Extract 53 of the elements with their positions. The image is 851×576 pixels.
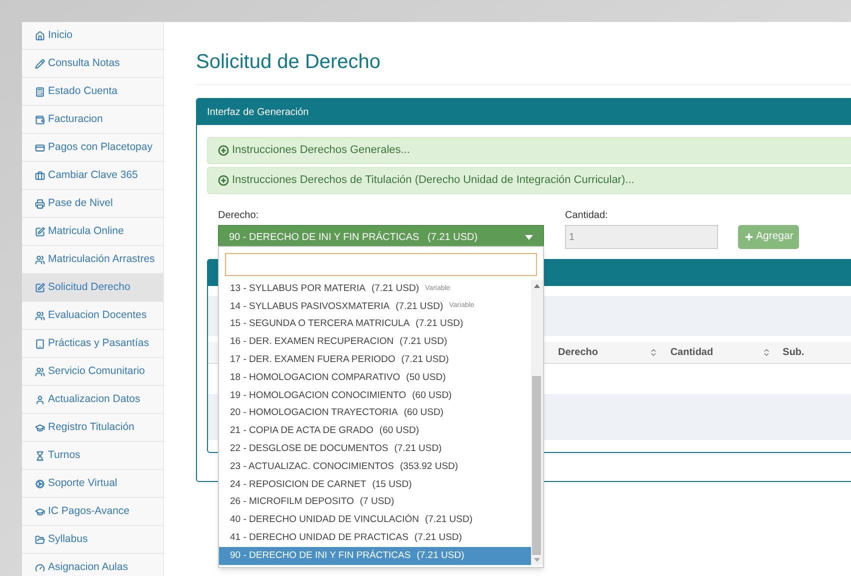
column-header[interactable]: Cantidad [670, 345, 714, 360]
credit-card-icon [35, 142, 45, 152]
graduation-cap-icon [35, 422, 45, 432]
field-label: Cantidad: [565, 209, 609, 223]
pencil-icon [35, 58, 45, 68]
dropdown-option[interactable]: 18 - HOMOLOGACION COMPARATIVO (50 USD) [219, 368, 531, 387]
search-field[interactable] [225, 253, 537, 276]
plus-circle-icon [218, 145, 229, 156]
panel-title: Interfaz de Generación [207, 106, 309, 120]
calculator-icon [35, 86, 45, 96]
dropdown-option[interactable]: 26 - MICROFILM DEPOSITO (7 USD) [219, 494, 531, 512]
hourglass-icon [35, 450, 45, 460]
sort-icon [649, 348, 658, 357]
accordion-header[interactable]: Instrucciones Derechos Generales... [207, 137, 851, 164]
edit-icon [35, 282, 45, 292]
sidebar-item[interactable]: Solicitud Derecho [22, 274, 163, 302]
caret-icon [525, 234, 533, 240]
add-button[interactable]: Agregar [738, 225, 800, 249]
scroll-up-icon [534, 284, 540, 288]
page-title: Solicitud de Derecho [196, 52, 851, 85]
dropdown-option[interactable]: 16 - DER. EXAMEN RECUPERACION (7.21 USD) [219, 333, 531, 352]
tablet-icon [35, 338, 45, 348]
user-icon [35, 394, 45, 404]
users-icon [35, 254, 45, 264]
dropdown-option[interactable]: 23 - ACTUALIZAC. CONOCIMIENTOS (353.92 USD) [219, 458, 531, 476]
dropdown-option[interactable]: 22 - DESGLOSE DE DOCUMENTOS (7.21 USD) [219, 440, 531, 458]
accordion-header[interactable]: Instrucciones Derechos de Titulación (Derecho Unidad de Integración Curricular)... [207, 167, 851, 194]
plus-icon [744, 232, 754, 242]
dropdown-option[interactable]: 24 - REPOSICION DE CARNET (15 USD) [219, 476, 531, 494]
dropdown-option[interactable]: 20 - HOMOLOGACION TRAYECTORIA (60 USD) [219, 404, 531, 422]
sort-icon [762, 348, 771, 357]
edit-icon [35, 226, 45, 236]
dropdown-option[interactable]: 90 - DERECHO DE INI Y FIN PRÁCTICAS (7.21 USD) [219, 546, 531, 565]
dropdown-option[interactable]: 40 - DERECHO UNIDAD DE VINCULACIÓN (7.21 USD) [219, 511, 531, 530]
folder-icon [35, 534, 45, 544]
gauge-icon [35, 562, 45, 572]
graduation-cap-icon [35, 506, 45, 516]
scroll-down-icon [534, 558, 540, 562]
dropdown-option[interactable]: 41 - DERECHO UNIDAD DE PRACTICAS (7.21 USD) [219, 529, 531, 547]
home-icon [35, 30, 45, 40]
users-icon [35, 366, 45, 376]
briefcase-icon [35, 170, 45, 180]
field-label: Derecho: [218, 209, 260, 223]
printer-icon [35, 198, 45, 208]
users-icon [35, 310, 45, 320]
column-header[interactable]: Derecho [558, 345, 598, 360]
column-header[interactable]: Sub. [782, 345, 804, 360]
cogs-icon [35, 478, 45, 488]
dropdown-option[interactable]: 17 - DER. EXAMEN FUERA PERIODO (7.21 USD) [219, 351, 531, 369]
dropdown-option[interactable]: 19 - HOMOLOGACION CONOCIMIENTO (60 USD) [219, 386, 531, 405]
dropdown-option[interactable]: 15 - SEGUNDA O TERCERA MATRICULA (7.21 USD) [219, 316, 531, 334]
plus-circle-icon [218, 175, 229, 186]
dropdown-option[interactable]: 21 - COPIA DE ACTA DE GRADO (60 USD) [219, 422, 531, 440]
